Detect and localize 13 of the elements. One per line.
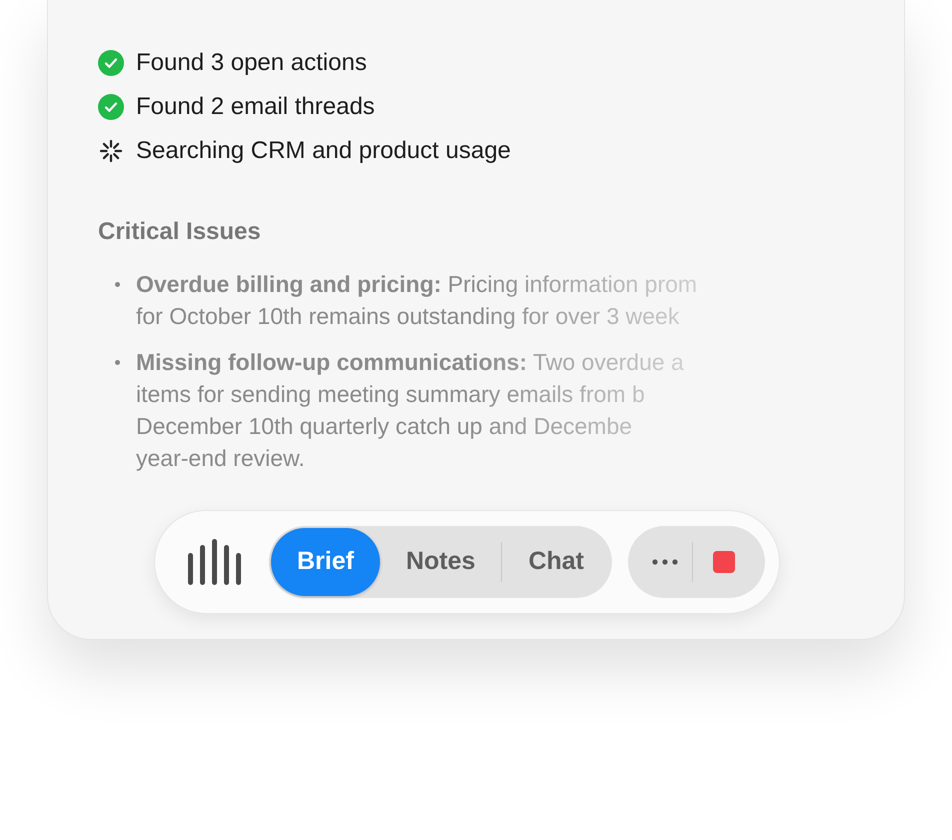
stop-icon (713, 551, 735, 573)
status-text: Found 2 email threads (136, 92, 375, 122)
tab[interactable]: Notes (380, 528, 502, 596)
tab[interactable]: Brief (271, 528, 380, 596)
tab[interactable]: Chat (502, 528, 610, 596)
status-text: Searching CRM and product usage (136, 136, 511, 166)
check-icon (98, 94, 124, 120)
section-heading: Critical Issues (98, 217, 261, 247)
more-icon (652, 559, 678, 565)
check-icon (98, 50, 124, 76)
status-text: Found 3 open actions (136, 48, 367, 78)
spinner-icon (98, 138, 124, 164)
waveform-icon[interactable] (185, 539, 243, 585)
